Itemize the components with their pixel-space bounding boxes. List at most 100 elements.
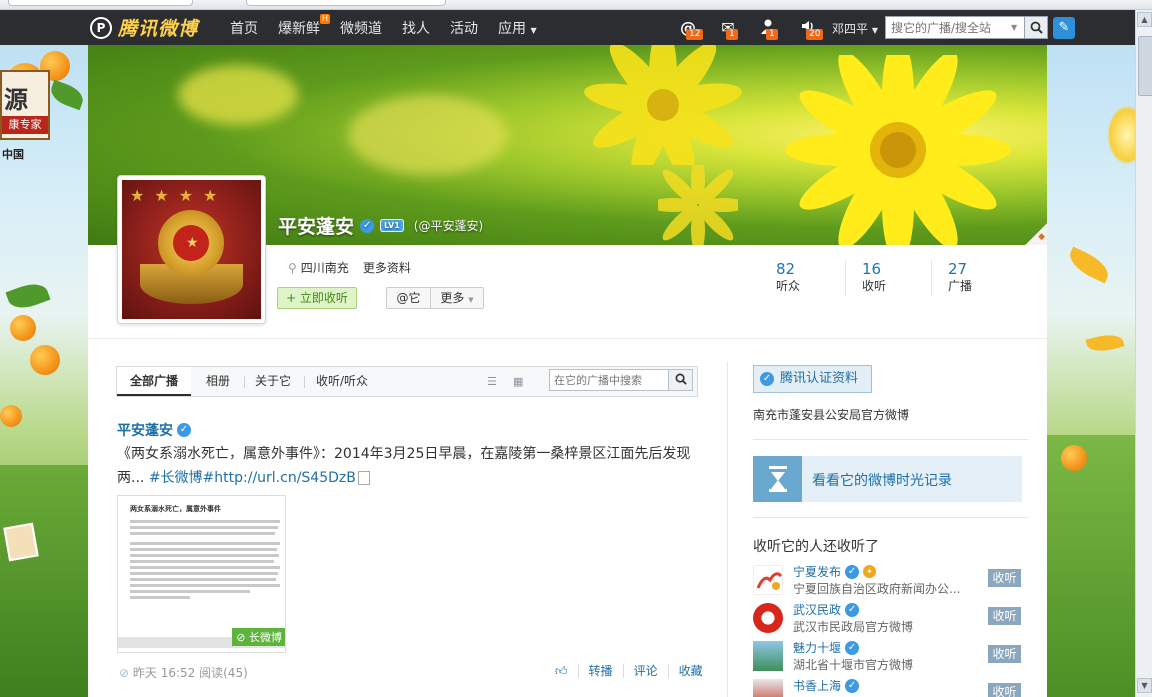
ad-brand-board[interactable]: 源 康专家 (0, 70, 50, 140)
recommended-account: 魅力十堰 ✓ 湖北省十堰市官方微博 收听 (753, 639, 1033, 675)
chevron-down-icon: ▼ (871, 26, 878, 35)
verified-icon: ✓ (845, 564, 860, 579)
rec-name[interactable]: 宁夏发布 (793, 563, 841, 580)
recommended-account: 书香上海 ✓ 收听 (753, 677, 1033, 697)
nav-apps[interactable]: 应用 ▼ (498, 18, 537, 38)
post-time[interactable]: 昨天 16:52 (133, 666, 195, 680)
document-icon[interactable] (357, 471, 370, 485)
scroll-thumb[interactable] (1138, 36, 1152, 96)
post-actions: 👍︎ 转播 评论 收藏 (545, 664, 713, 678)
search-icon[interactable] (668, 370, 692, 390)
nav-fresh[interactable]: 爆新鲜 H (278, 13, 330, 38)
tab-all-broadcasts[interactable]: 全部广播 (117, 367, 192, 396)
profile-avatar[interactable]: ★★★★ ★ (117, 175, 266, 324)
weibo-timeline-banner[interactable]: 看看它的微博时光记录 (753, 456, 1022, 502)
page-scrollbar[interactable]: ▲ ▼ (1135, 10, 1152, 697)
rec-name-row: 武汉民政 ✓ (793, 601, 860, 618)
mail-icon[interactable]: ✉ 1 (718, 18, 738, 40)
global-search-input[interactable] (886, 20, 1011, 35)
verified-icon[interactable]: ✓ (177, 423, 191, 437)
timeline-search-input[interactable] (550, 370, 666, 390)
rec-name[interactable]: 书香上海 (793, 677, 841, 694)
tab-about[interactable]: 关于它 (255, 367, 291, 396)
thumb-title: 两女系溺水死亡，属意外事件 (130, 505, 221, 513)
verified-icon[interactable]: ✓ (360, 218, 375, 233)
divider (753, 439, 1028, 440)
column-divider (727, 362, 728, 697)
follower-count: 1 (766, 28, 778, 40)
banner-corner-badge[interactable]: ◆ (1025, 223, 1047, 245)
rec-description: 湖北省十堰市官方微博 (793, 658, 914, 672)
tab-album[interactable]: 相册 (206, 367, 230, 396)
compose-icon[interactable]: ✎ (1053, 17, 1075, 39)
certification-info-button[interactable]: ✓ 腾讯认证资料 (753, 365, 872, 393)
favorite-button[interactable]: 收藏 (667, 664, 713, 678)
stat-listeners[interactable]: 82 听众 (760, 260, 846, 296)
follow-button[interactable]: + 立即收听 (277, 287, 357, 309)
like-icon[interactable]: 👍︎ (545, 664, 578, 678)
follow-button[interactable]: 收听 (988, 645, 1021, 663)
stat-number: 27 (948, 260, 968, 278)
search-scope-dropdown-icon[interactable]: ▼ (1011, 23, 1025, 32)
avatar[interactable] (753, 679, 783, 697)
long-weibo-thumbnail[interactable]: 两女系溺水死亡，属意外事件 ⊘ 长微博 (117, 495, 286, 653)
stat-number: 16 (862, 260, 882, 278)
more-actions-label: 更多 (440, 291, 465, 305)
tab-following-listeners[interactable]: 收听/听众 (316, 367, 368, 396)
broadcast-count: 20 (806, 28, 824, 40)
search-icon[interactable] (1024, 16, 1048, 39)
stat-following[interactable]: 16 收听 (846, 260, 932, 296)
browser-tab[interactable] (8, 0, 193, 6)
rec-name-row: 宁夏发布 ✓ ✦ (793, 563, 877, 580)
level-badge[interactable]: LV1 (380, 219, 404, 232)
logo-text: 腾讯微博 (118, 18, 199, 40)
nav-activity[interactable]: 活动 (450, 18, 478, 38)
rec-name[interactable]: 武汉民政 (793, 601, 841, 618)
verified-icon: ✓ (760, 372, 774, 386)
follow-button[interactable]: 收听 (988, 683, 1021, 697)
scroll-up-button[interactable]: ▲ (1137, 12, 1152, 27)
also-following-title: 收听它的人还收听了 (753, 539, 879, 555)
more-actions-button[interactable]: 更多 ▼ (430, 287, 484, 309)
scroll-down-button[interactable]: ▼ (1137, 678, 1152, 693)
tab-divider (244, 376, 245, 388)
rec-name[interactable]: 魅力十堰 (793, 639, 841, 656)
location-pin-icon: ⚲ (288, 261, 297, 275)
browser-tab-active[interactable] (246, 0, 446, 6)
verified-icon: ✓ (845, 602, 860, 617)
follow-button[interactable]: 收听 (988, 569, 1021, 587)
mention-button[interactable]: @它 (386, 287, 431, 309)
follow-button[interactable]: 收听 (988, 607, 1021, 625)
broadcast-icon[interactable]: 20 (798, 18, 824, 40)
avatar[interactable] (753, 641, 783, 671)
user-menu[interactable]: 邓四平 ▼ (832, 20, 878, 37)
post-author-name[interactable]: 平安蓬安 (117, 420, 173, 440)
repost-button[interactable]: 转播 (577, 664, 623, 678)
avatar[interactable] (753, 565, 783, 595)
rec-name-row: 魅力十堰 ✓ (793, 639, 860, 656)
profile-name: 平安蓬安 (278, 216, 355, 238)
mask-icon: ◆ (1038, 232, 1045, 242)
follower-icon[interactable]: 1 (758, 18, 778, 40)
more-info-link[interactable]: 更多资料 (363, 259, 411, 276)
post-meta: ⊘ 昨天 16:52 阅读(45) (119, 664, 248, 681)
nav-home[interactable]: 首页 (230, 18, 258, 38)
long-weibo-tag-label: 长微博 (249, 631, 282, 644)
comment-button[interactable]: 评论 (622, 664, 668, 678)
nav-apps-label: 应用 (498, 20, 526, 37)
profile-stats: 82 听众 16 收听 27 广播 (760, 260, 1018, 296)
post-links[interactable]: #长微博#http://url.cn/S45DzB (149, 470, 356, 486)
banner-flower (584, 45, 742, 165)
global-search: ▼ (885, 16, 1048, 39)
recommended-account: 武汉民政 ✓ 武汉市民政局官方微博 收听 (753, 601, 1033, 637)
avatar[interactable] (753, 603, 783, 633)
nav-find-people[interactable]: 找人 (402, 18, 430, 38)
mention-icon[interactable]: @12 (678, 18, 704, 40)
tencent-weibo-logo[interactable]: P 腾讯微博 (90, 15, 198, 40)
mention-count: 12 (686, 28, 704, 40)
list-view-icon[interactable]: ☰ (487, 375, 501, 388)
calendar-view-icon[interactable]: ▦ (513, 375, 527, 388)
timeline-tabs: 全部广播 相册 关于它 收听/听众 ☰ ▦ (116, 366, 698, 397)
nav-channel[interactable]: 微频道 (340, 18, 382, 38)
stat-broadcasts[interactable]: 27 广播 (932, 260, 1018, 296)
